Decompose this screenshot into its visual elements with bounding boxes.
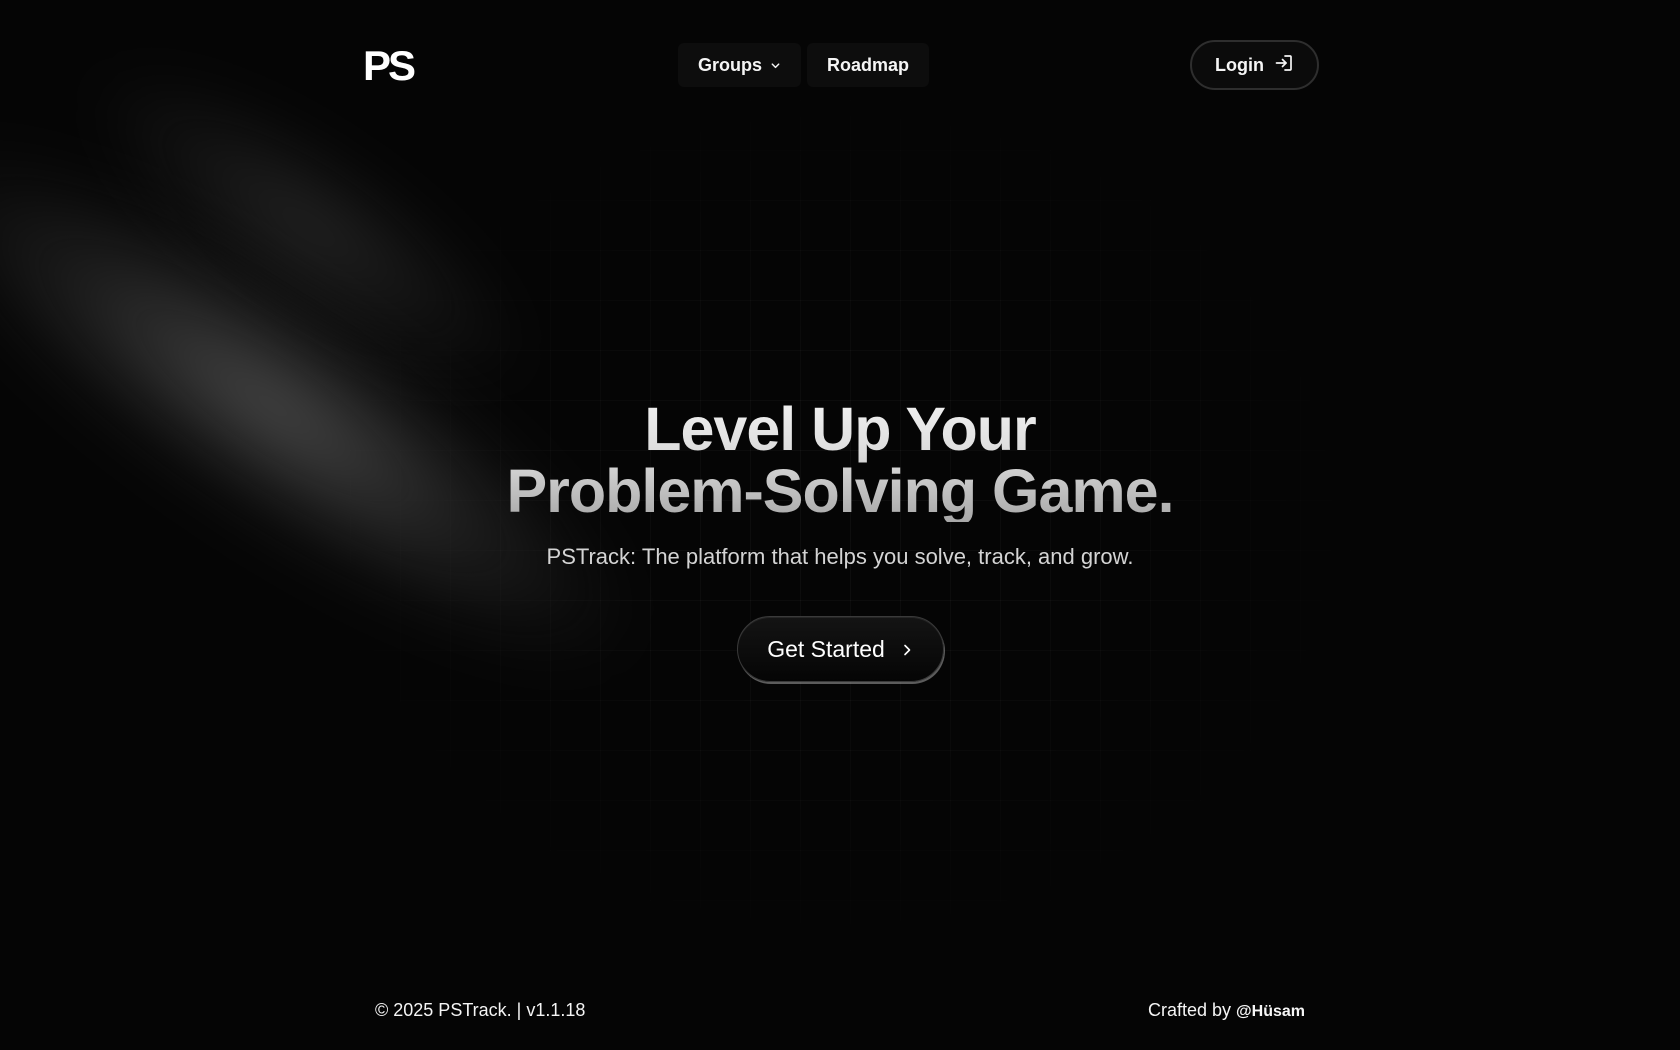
crafted-by-text: Crafted by (1148, 1000, 1232, 1020)
hero-section: Level Up Your Problem-Solving Game. PSTr… (0, 398, 1680, 682)
logo[interactable]: PS (363, 45, 416, 87)
cta-container: Get Started (0, 616, 1680, 682)
login-button[interactable]: Login (1190, 40, 1319, 90)
hero-headline: Level Up Your Problem-Solving Game. (0, 398, 1680, 522)
nav-groups-label: Groups (698, 54, 763, 75)
author-link[interactable]: @Hüsam (1236, 1003, 1305, 1021)
login-arrow-icon (1274, 53, 1294, 78)
footer-copyright: © 2025 PSTrack. | v1.1.18 (375, 1000, 586, 1020)
login-label: Login (1215, 54, 1264, 75)
hero-subtitle: PSTrack: The platform that helps you sol… (546, 544, 1134, 569)
get-started-label: Get Started (767, 635, 885, 662)
headline-line-1: Level Up Your (644, 395, 1036, 463)
landing-page: PS Groups Roadmap Login Level Up Your Pr… (0, 0, 1680, 1050)
get-started-button[interactable]: Get Started (736, 616, 944, 682)
nav-groups-dropdown[interactable]: Groups (678, 43, 802, 87)
main-nav: Groups Roadmap (678, 43, 930, 87)
nav-roadmap-label: Roadmap (827, 54, 910, 75)
footer-credits: Crafted by @Hüsam (1148, 1000, 1305, 1021)
nav-roadmap-link[interactable]: Roadmap (807, 43, 930, 87)
chevron-down-icon (769, 59, 781, 71)
site-header: PS Groups Roadmap Login (0, 0, 1680, 130)
headline-line-2: Problem-Solving Game. (506, 457, 1174, 525)
chevron-right-icon (901, 636, 913, 663)
